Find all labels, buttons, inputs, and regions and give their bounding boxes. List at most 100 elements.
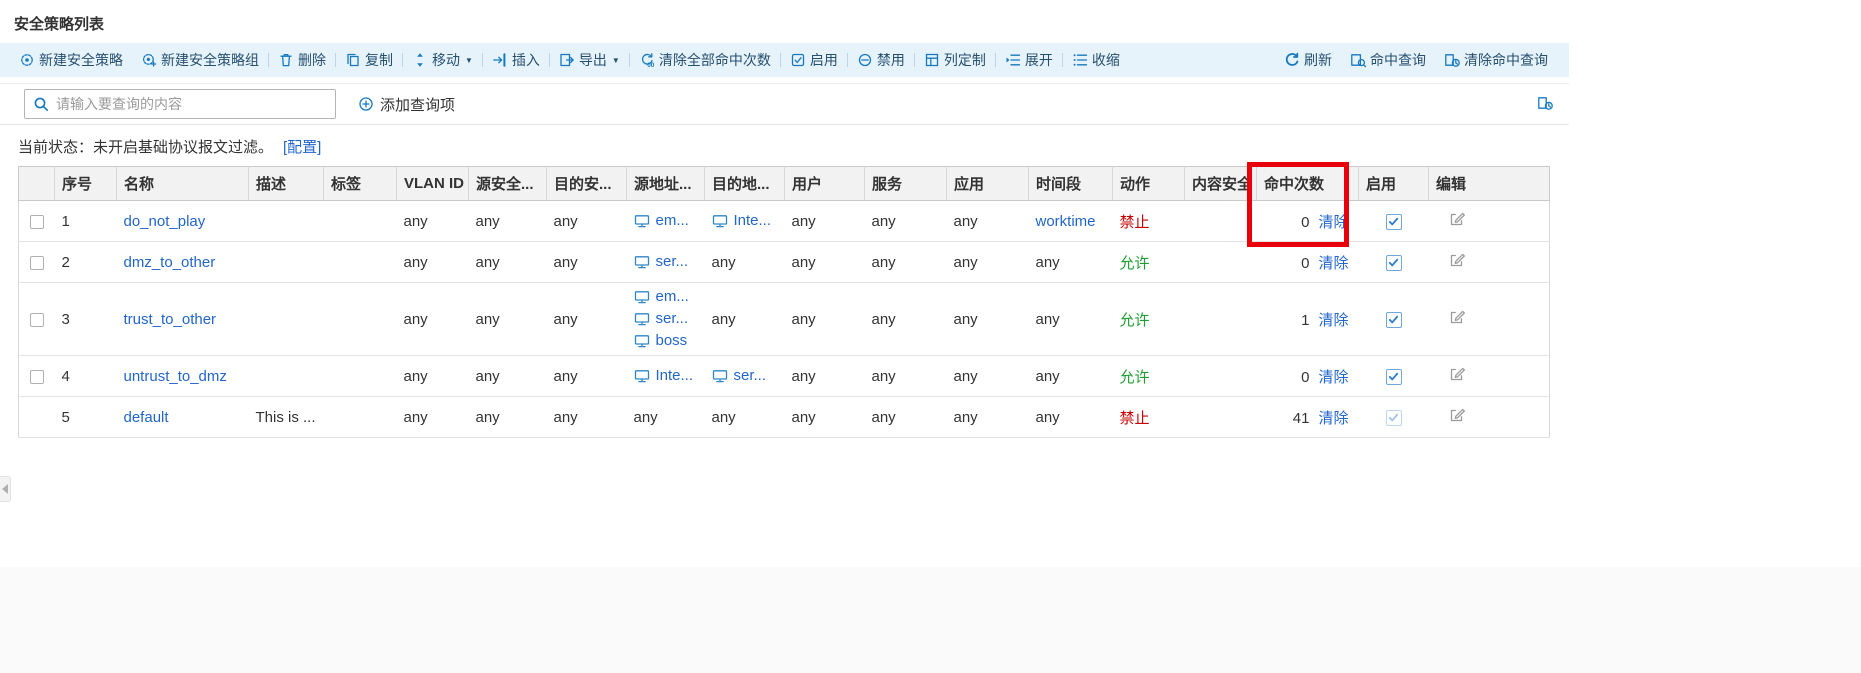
policy-name-link[interactable]: trust_to_other	[124, 311, 217, 328]
enabled-checkbox[interactable]	[1386, 255, 1402, 271]
column-header[interactable]: VLAN ID	[397, 167, 469, 201]
time-range-link[interactable]: worktime	[1036, 213, 1096, 230]
advanced-query-icon[interactable]	[1537, 95, 1553, 111]
new-policy-group-button[interactable]: 新建安全策略组	[132, 48, 268, 72]
panel-collapse-handle[interactable]	[0, 476, 11, 502]
dst-zone-cell: any	[547, 201, 627, 242]
move-button[interactable]: 移动▼	[403, 48, 482, 72]
edit-icon[interactable]	[1449, 366, 1465, 382]
column-header[interactable]: 动作	[1113, 167, 1185, 201]
clear-hits-link[interactable]: 清除	[1318, 410, 1348, 427]
column-header[interactable]: 描述	[249, 167, 324, 201]
expand-button[interactable]: 展开	[996, 48, 1062, 72]
column-customize-button[interactable]: 列定制	[915, 48, 995, 72]
edit-icon[interactable]	[1449, 407, 1465, 423]
address-object[interactable]: em...	[634, 210, 698, 232]
monitor-icon	[712, 213, 728, 229]
disable-button[interactable]: 禁用	[848, 48, 914, 72]
hit-query-label: 命中查询	[1370, 50, 1426, 70]
clear-hits-link[interactable]: 清除	[1318, 214, 1348, 231]
address-object-link[interactable]: Inte...	[656, 365, 694, 387]
address-object-link[interactable]: ser...	[656, 251, 689, 273]
address-object[interactable]: boss	[634, 330, 698, 352]
insert-button[interactable]: 插入	[483, 48, 549, 72]
clear-hits-link[interactable]: 清除	[1318, 312, 1348, 329]
column-header[interactable]: 时间段	[1029, 167, 1113, 201]
address-object[interactable]: ser...	[712, 365, 778, 387]
column-header[interactable]: 用户	[785, 167, 865, 201]
row-select-checkbox[interactable]	[30, 215, 44, 229]
tag-cell	[324, 356, 397, 397]
table-header-row: 序号名称描述标签VLAN ID源安全...目的安...源地址...目的地...用…	[19, 167, 1550, 201]
address-object-link[interactable]: ser...	[656, 308, 689, 330]
action-cell: 禁止	[1113, 201, 1185, 242]
enabled-checkbox[interactable]	[1386, 369, 1402, 385]
time-range-cell: worktime	[1029, 201, 1113, 242]
column-header[interactable]: 服务	[865, 167, 947, 201]
enabled-checkbox[interactable]	[1386, 312, 1402, 328]
vlan-cell: any	[397, 201, 469, 242]
name-cell: default	[117, 397, 249, 438]
disable-icon	[857, 52, 873, 68]
refresh-button[interactable]: 刷新	[1275, 48, 1341, 72]
edit-icon[interactable]	[1449, 309, 1465, 325]
row-select-checkbox[interactable]	[30, 370, 44, 384]
address-object[interactable]: Inte...	[634, 365, 698, 387]
export-button[interactable]: 导出▼	[550, 48, 629, 72]
address-object-link[interactable]: em...	[656, 286, 689, 308]
clear-all-hits-button[interactable]: 00清除全部命中次数	[630, 48, 780, 72]
delete-button[interactable]: 删除	[269, 48, 335, 72]
column-header[interactable]: 编辑	[1429, 167, 1550, 201]
dst-zone-cell: any	[547, 356, 627, 397]
column-header[interactable]: 目的地...	[705, 167, 785, 201]
row-select-checkbox[interactable]	[30, 313, 44, 327]
application-cell: any	[947, 242, 1029, 283]
insert-label: 插入	[512, 50, 540, 70]
collapse-button[interactable]: 收缩	[1063, 48, 1129, 72]
address-object[interactable]: ser...	[634, 251, 698, 273]
column-header[interactable]: 源地址...	[627, 167, 705, 201]
address-object[interactable]: em...	[634, 286, 698, 308]
address-object-link[interactable]: boss	[656, 330, 688, 352]
clear-hit-query-button[interactable]: 清除命中查询	[1435, 48, 1557, 72]
column-header[interactable]: 名称	[117, 167, 249, 201]
config-link[interactable]: [配置]	[283, 136, 321, 157]
column-header[interactable]: 序号	[55, 167, 117, 201]
clear-hits-link[interactable]: 清除	[1318, 255, 1348, 272]
address-object[interactable]: ser...	[634, 308, 698, 330]
copy-button[interactable]: 复制	[336, 48, 402, 72]
search-box[interactable]	[24, 89, 336, 119]
clear-hits-link[interactable]: 清除	[1318, 369, 1348, 386]
enabled-checkbox[interactable]	[1386, 410, 1402, 426]
address-object-link[interactable]: Inte...	[734, 210, 772, 232]
address-object-link[interactable]: ser...	[734, 365, 767, 387]
policy-name-link[interactable]: dmz_to_other	[124, 254, 216, 271]
hit-count-cell: 0清除	[1257, 242, 1359, 283]
column-header[interactable]: 标签	[324, 167, 397, 201]
column-header[interactable]: 源安全...	[469, 167, 547, 201]
address-object[interactable]: Inte...	[712, 210, 778, 232]
column-header[interactable]: 应用	[947, 167, 1029, 201]
policy-name-link[interactable]: do_not_play	[124, 213, 206, 230]
column-header[interactable]: 目的安...	[547, 167, 627, 201]
enable-button[interactable]: 启用	[781, 48, 847, 72]
column-header[interactable]: 内容安全	[1185, 167, 1257, 201]
dst-addr-cell: any	[705, 397, 785, 438]
toolbar: 新建安全策略新建安全策略组删除复制移动▼ 插入导出▼00清除全部命中次数启用禁用列…	[0, 43, 1569, 77]
row-select-checkbox[interactable]	[30, 256, 44, 270]
hit-query-button[interactable]: 命中查询	[1341, 48, 1435, 72]
edit-icon[interactable]	[1449, 252, 1465, 268]
edit-icon[interactable]	[1449, 211, 1465, 227]
enabled-checkbox[interactable]	[1386, 214, 1402, 230]
application-cell: any	[947, 201, 1029, 242]
policy-name-link[interactable]: untrust_to_dmz	[124, 368, 227, 385]
add-query-button[interactable]: 添加查询项	[358, 94, 455, 115]
policy-name-link[interactable]: default	[124, 409, 169, 426]
address-object-link[interactable]: em...	[656, 210, 689, 232]
column-header[interactable]: 启用	[1359, 167, 1429, 201]
action-cell: 禁止	[1113, 397, 1185, 438]
copy-icon	[345, 52, 361, 68]
column-header[interactable]: 命中次数	[1257, 167, 1359, 201]
search-input[interactable]	[56, 96, 327, 112]
new-policy-button[interactable]: 新建安全策略	[10, 48, 132, 72]
